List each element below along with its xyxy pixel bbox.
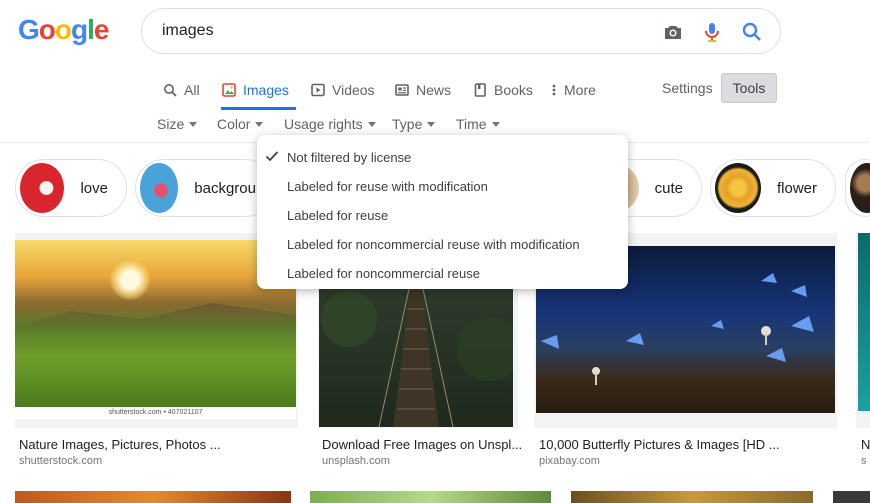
result-site[interactable]: shutterstock.com — [19, 455, 102, 467]
chevron-down-icon — [189, 121, 198, 127]
filter-time[interactable]: Time — [456, 116, 500, 132]
chevron-down-icon — [491, 121, 500, 127]
related-chip-love[interactable]: love — [15, 159, 127, 217]
search-input[interactable]: images — [162, 22, 214, 40]
result-title[interactable]: Download Free Images on Unspl... — [322, 437, 522, 452]
filter-usage-rights[interactable]: Usage rights — [284, 116, 376, 132]
chip-thumbnail — [140, 163, 179, 213]
google-logo[interactable]: Google — [18, 14, 109, 46]
image-watermark: shutterstock.com • 407021107 — [15, 407, 296, 419]
result-image-row2[interactable] — [833, 491, 870, 503]
related-chip-background[interactable]: backgrou — [135, 159, 275, 217]
tab-videos[interactable]: Videos — [310, 72, 375, 108]
settings-link[interactable]: Settings — [662, 80, 713, 96]
microphone-icon[interactable] — [700, 20, 724, 44]
filter-type[interactable]: Type — [392, 116, 436, 132]
tools-filter-bar: Size Color Usage rights Type Time — [0, 114, 870, 134]
tab-all[interactable]: All — [162, 72, 200, 108]
chevron-down-icon — [367, 121, 376, 127]
result-title[interactable]: N — [861, 437, 870, 452]
tab-more[interactable]: More — [550, 72, 596, 108]
sun-glow — [110, 260, 150, 300]
chevron-down-icon — [255, 121, 264, 127]
result-title[interactable]: Nature Images, Pictures, Photos ... — [19, 437, 221, 452]
result-site[interactable]: unsplash.com — [322, 455, 390, 467]
tab-images[interactable]: Images — [221, 72, 296, 110]
tab-books[interactable]: Books — [472, 72, 533, 108]
result-image-row2[interactable] — [571, 491, 813, 503]
usage-option-noncommercial[interactable]: Labeled for noncommercial reuse — [257, 259, 628, 288]
search-icon — [162, 82, 178, 98]
news-icon — [394, 82, 410, 98]
chip-thumbnail — [715, 163, 761, 213]
chip-thumbnail — [850, 163, 870, 213]
usage-option-reuse[interactable]: Labeled for reuse — [257, 201, 628, 230]
result-image-nature[interactable] — [15, 240, 296, 407]
result-image-bridge[interactable] — [319, 289, 513, 427]
usage-option-noncommercial-modification[interactable]: Labeled for noncommercial reuse with mod… — [257, 230, 628, 259]
image-icon — [221, 82, 237, 98]
mountain-silhouette — [15, 303, 296, 335]
tab-news[interactable]: News — [394, 72, 451, 108]
result-image-partial[interactable] — [858, 233, 870, 411]
filter-size[interactable]: Size — [157, 116, 198, 132]
more-vert-icon — [550, 82, 558, 98]
checkmark-icon — [265, 149, 279, 163]
result-image-row2[interactable] — [15, 491, 291, 503]
result-image-row2[interactable] — [310, 491, 551, 503]
result-site[interactable]: s — [861, 455, 867, 467]
usage-option-not-filtered[interactable]: Not filtered by license — [257, 143, 628, 172]
search-box[interactable]: images — [141, 8, 781, 54]
result-title[interactable]: 10,000 Butterfly Pictures & Images [HD .… — [539, 437, 780, 452]
usage-option-reuse-modification[interactable]: Labeled for reuse with modification — [257, 172, 628, 201]
play-icon — [310, 82, 326, 98]
usage-rights-dropdown: Not filtered by license Labeled for reus… — [257, 135, 628, 289]
book-icon — [472, 82, 488, 98]
camera-icon[interactable] — [661, 20, 685, 44]
search-icon[interactable] — [740, 20, 764, 44]
filter-color[interactable]: Color — [217, 116, 264, 132]
bridge-illustration — [321, 289, 513, 427]
related-chip-flower[interactable]: flower — [710, 159, 836, 217]
tools-button[interactable]: Tools — [721, 73, 777, 103]
chip-thumbnail — [20, 163, 65, 213]
chevron-down-icon — [427, 121, 436, 127]
related-chip-partial[interactable] — [845, 159, 870, 217]
result-site[interactable]: pixabay.com — [539, 455, 600, 467]
